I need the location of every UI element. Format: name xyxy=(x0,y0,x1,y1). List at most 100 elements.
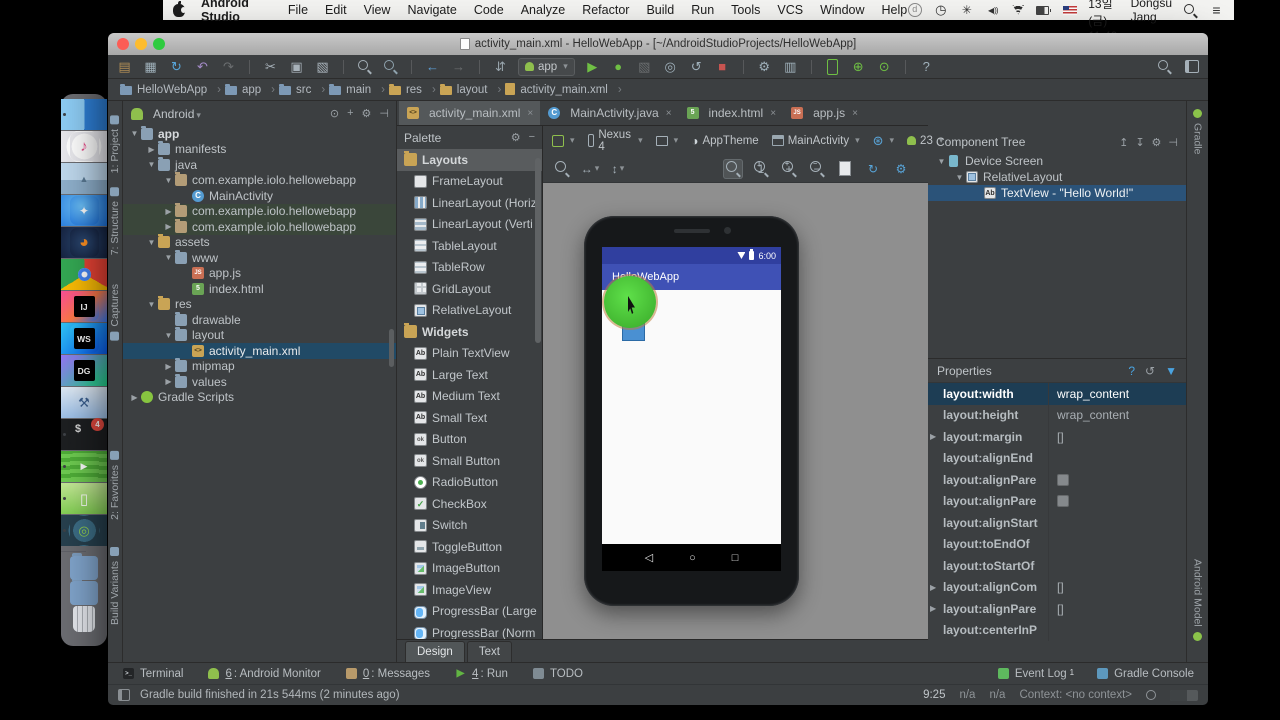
fit-width-icon[interactable]: ↔ xyxy=(580,159,600,179)
filter-icon[interactable]: ▼ xyxy=(1165,364,1177,378)
refresh-preview-icon[interactable]: ↻ xyxy=(863,159,883,179)
dock-datagrip[interactable]: DG xyxy=(61,355,107,386)
close-tab-icon[interactable]: × xyxy=(527,108,533,119)
expand-arrow-icon[interactable]: ▶ xyxy=(163,207,174,216)
property-row[interactable]: ▶ layout:alignCom [] xyxy=(928,577,1186,599)
caret-position[interactable]: 9:25 xyxy=(923,689,945,701)
menu-item[interactable]: Analyze xyxy=(521,3,565,17)
expand-arrow-icon[interactable]: ▼ xyxy=(936,157,947,166)
encoding-indicator[interactable]: n/a xyxy=(989,689,1005,701)
close-tab-icon[interactable]: × xyxy=(666,108,672,119)
fit-height-icon[interactable]: ↕ xyxy=(608,159,628,179)
run-icon[interactable]: ▶ xyxy=(584,58,601,75)
palette-section-widgets[interactable]: Widgets xyxy=(397,321,542,343)
menu-item[interactable]: Run xyxy=(691,3,714,17)
save-all-icon[interactable]: ▦ xyxy=(142,58,159,75)
tool-button-run[interactable]: 4 : Run xyxy=(454,668,508,680)
settings-icon[interactable]: ⚙ xyxy=(362,107,372,120)
expand-arrow-icon[interactable]: ▶ xyxy=(930,604,940,613)
dock-xcode[interactable]: ⚒ xyxy=(61,387,107,418)
dock-intellij-idea[interactable]: IJ xyxy=(61,291,107,322)
close-tab-icon[interactable]: × xyxy=(770,108,776,119)
close-button[interactable] xyxy=(117,38,129,50)
dock-webstorm[interactable]: WS xyxy=(61,323,107,354)
breadcrumb-item[interactable]: activity_main.xml xyxy=(505,84,621,96)
project-view-select[interactable]: Android xyxy=(153,107,201,121)
property-row[interactable]: layout:alignPare xyxy=(928,491,1186,513)
tool-window-toggle-icon[interactable] xyxy=(118,689,130,701)
property-row[interactable]: layout:toStartOf xyxy=(928,555,1186,577)
flag-us-icon[interactable] xyxy=(1062,3,1077,18)
property-row[interactable]: layout:alignEnd xyxy=(928,448,1186,470)
project-tree-row[interactable]: ▼ res xyxy=(123,297,396,313)
project-tree-row[interactable]: ▼ assets xyxy=(123,235,396,251)
palette-item[interactable]: Medium Text xyxy=(397,386,542,408)
property-row[interactable]: layout:width wrap_content xyxy=(928,383,1186,405)
palette-item[interactable]: LinearLayout (Verti xyxy=(397,214,542,236)
breadcrumb-item[interactable]: res xyxy=(389,84,436,96)
property-row[interactable]: ▶ layout:margin [] xyxy=(928,426,1186,448)
dock-terminal[interactable]: $ 4 xyxy=(61,419,107,450)
expand-arrow-icon[interactable]: ▼ xyxy=(163,331,174,340)
back-icon[interactable]: ← xyxy=(424,58,441,75)
dock-downloads-folder[interactable] xyxy=(70,556,98,580)
menu-item[interactable]: File xyxy=(288,3,308,17)
editor-tab[interactable]: index.html × xyxy=(679,101,784,125)
palette-section-layouts[interactable]: Layouts xyxy=(397,149,542,171)
rerun-icon[interactable]: ↺ xyxy=(688,58,705,75)
dock-finder[interactable] xyxy=(61,99,107,130)
palette-item[interactable]: Small Button xyxy=(397,450,542,472)
expand-arrow-icon[interactable]: ▶ xyxy=(129,393,140,402)
device-select[interactable]: Nexus 4 xyxy=(588,129,643,153)
hide-panel-icon[interactable]: ⊣ xyxy=(1168,136,1178,149)
palette-item[interactable]: ToggleButton xyxy=(397,536,542,558)
tool-button-android-monitor[interactable]: 6 : Android Monitor xyxy=(207,668,320,680)
editor-tab[interactable]: MainActivity.java × xyxy=(540,101,678,125)
tool-button-build-variants[interactable]: Build Variants xyxy=(108,547,122,625)
wifi-icon[interactable] xyxy=(1011,3,1025,18)
editor-tab[interactable]: app.js × xyxy=(783,101,865,125)
property-checkbox[interactable] xyxy=(1057,474,1069,486)
hide-panel-icon[interactable]: ⊣ xyxy=(379,107,389,120)
property-row[interactable]: ▶ layout:alignPare [] xyxy=(928,598,1186,620)
expand-arrow-icon[interactable]: ▼ xyxy=(954,173,965,182)
tool-button-event-log[interactable]: Event Log 1 xyxy=(997,668,1074,680)
palette-item[interactable]: Switch xyxy=(397,515,542,537)
palette-item[interactable]: RadioButton xyxy=(397,472,542,494)
palette-item[interactable]: GridLayout xyxy=(397,278,542,300)
palette-item[interactable]: ImageView xyxy=(397,579,542,601)
menu-item[interactable]: Code xyxy=(474,3,504,17)
user-menu[interactable]: Dongsu Jang xyxy=(1131,0,1172,24)
zoom-button[interactable] xyxy=(153,38,165,50)
project-tree-row[interactable]: ▼ app xyxy=(123,126,396,142)
project-tree-row[interactable]: MainActivity xyxy=(123,188,396,204)
project-tree-row[interactable]: ▶ mipmap xyxy=(123,359,396,375)
component-tree-row[interactable]: ▼ Device Screen xyxy=(928,153,1186,169)
tool-button-gradle-console[interactable]: Gradle Console xyxy=(1096,668,1194,680)
tool-button-favorites[interactable]: 2: Favorites xyxy=(108,451,122,520)
help-icon[interactable]: ? xyxy=(918,58,935,75)
menu-item[interactable]: Tools xyxy=(731,3,760,17)
spotlight-search-icon[interactable] xyxy=(1183,3,1198,18)
property-checkbox[interactable] xyxy=(1057,495,1069,507)
expand-arrow-icon[interactable]: ▶ xyxy=(930,583,940,592)
tool-button-captures[interactable]: Captures xyxy=(108,284,122,341)
coverage-icon[interactable]: ▧ xyxy=(636,58,653,75)
theme-select[interactable]: ◑AppTheme xyxy=(691,134,759,148)
palette-item[interactable]: Small Text xyxy=(397,407,542,429)
render-settings-icon[interactable]: ⚙ xyxy=(891,159,911,179)
expand-arrow-icon[interactable]: ▼ xyxy=(146,160,157,169)
zoom-actual-icon[interactable]: 1 xyxy=(751,159,771,179)
expand-arrow-icon[interactable]: ▼ xyxy=(146,238,157,247)
dock-safari[interactable]: ✦ xyxy=(61,195,107,226)
tool-button-gradle[interactable]: Gradle xyxy=(1187,109,1208,155)
component-tree-row[interactable]: TextView - "Hello World!" xyxy=(928,185,1186,201)
cut-icon[interactable]: ✂ xyxy=(262,58,279,75)
palette-item[interactable]: ProgressBar (Large xyxy=(397,601,542,623)
toolbar-separator[interactable] xyxy=(479,60,480,74)
debug-icon[interactable]: ● xyxy=(610,58,627,75)
inspection-profile-icon[interactable] xyxy=(1146,690,1156,700)
make-project-icon[interactable]: ⇵ xyxy=(492,58,509,75)
project-tree-row[interactable]: index.html xyxy=(123,281,396,297)
close-tab-icon[interactable]: × xyxy=(852,108,858,119)
